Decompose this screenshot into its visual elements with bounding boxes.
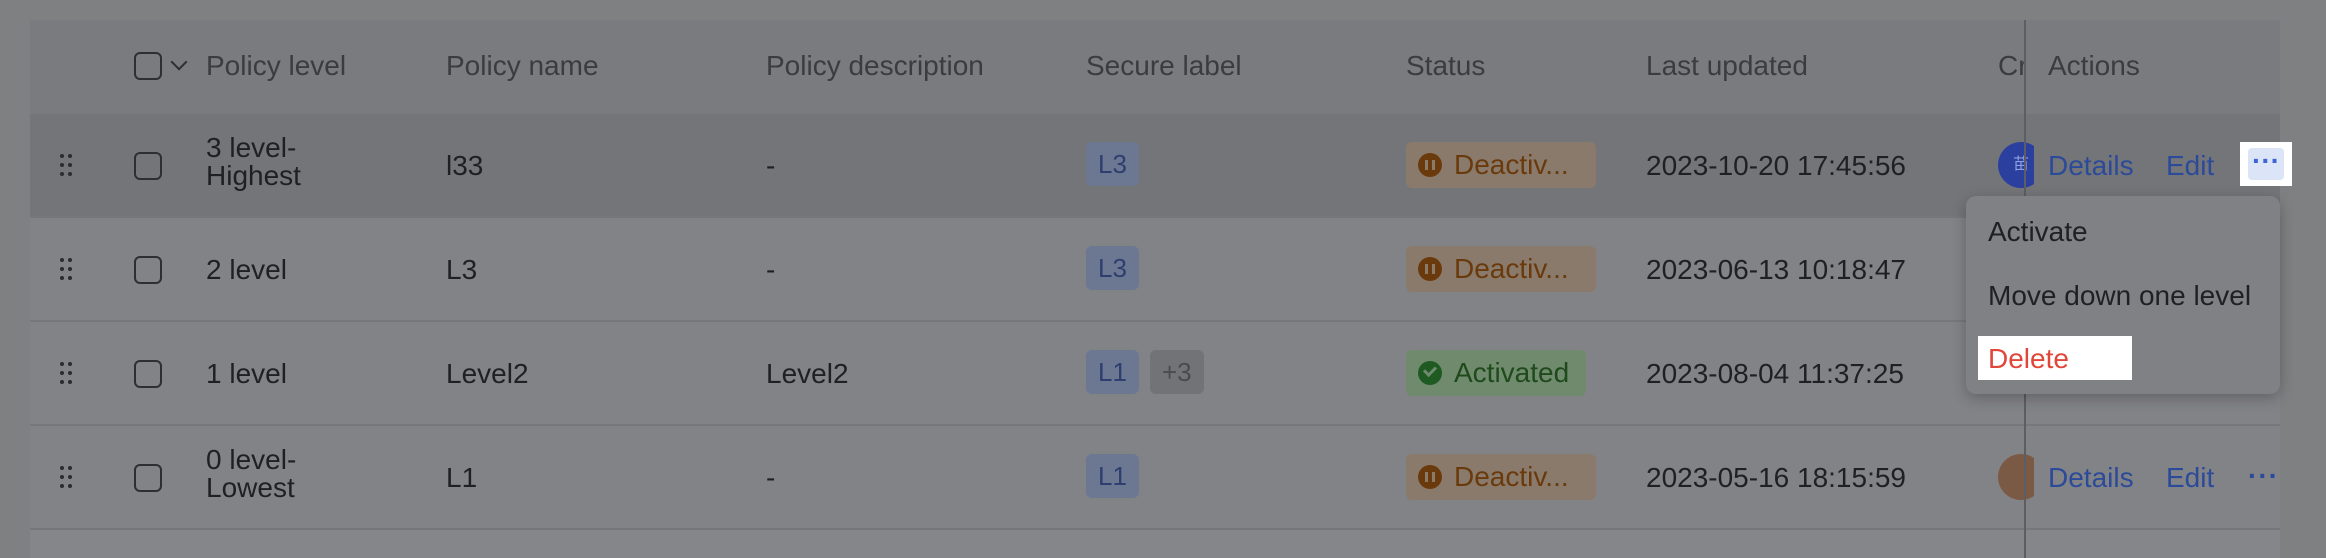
header-policy-name: Policy name — [446, 50, 599, 81]
more-labels-tag[interactable]: +3 — [1150, 350, 1204, 394]
row-checkbox[interactable] — [134, 464, 162, 492]
drag-handle-icon[interactable] — [60, 362, 72, 384]
policy-name: L1 — [446, 462, 478, 493]
pause-icon — [1418, 465, 1442, 489]
table-row[interactable]: 3 level- Highest l33 - L3 Deactiv... 202… — [30, 114, 2280, 218]
status-badge: Deactiv... — [1406, 142, 1596, 188]
policy-level-line2: Highest — [206, 160, 301, 191]
avatar-initial: 苗 — [1998, 142, 2034, 188]
secure-label-tag: L3 — [1086, 246, 1139, 290]
menu-item-delete-label: Delete — [1988, 343, 2069, 374]
policy-description: - — [766, 254, 776, 285]
menu-item-activate[interactable]: Activate — [1988, 216, 2088, 248]
policy-description: - — [766, 150, 776, 181]
policy-level: 1 level — [206, 358, 287, 389]
row-actions-menu: Activate Move down one level Delete — [1966, 196, 2280, 394]
table-row[interactable]: 1 level Level2 Level2 L1 +3 Activated 20… — [30, 322, 2280, 426]
last-updated: 2023-08-04 11:37:25 — [1646, 358, 1904, 389]
pause-icon — [1418, 153, 1442, 177]
last-updated: 2023-10-20 17:45:56 — [1646, 150, 1906, 181]
status-badge: Activated — [1406, 350, 1586, 396]
secure-label-tag: L1 — [1086, 454, 1139, 498]
policy-level-line1: 0 level- — [206, 444, 297, 475]
header-status: Status — [1406, 50, 1486, 81]
drag-handle-icon[interactable] — [60, 154, 72, 176]
pause-icon — [1418, 257, 1442, 281]
edit-link[interactable]: Edit — [2166, 462, 2214, 494]
select-all-checkbox[interactable] — [134, 52, 162, 80]
menu-item-delete[interactable]: Delete — [1978, 336, 2132, 380]
table-row[interactable]: 2 level L3 - L3 Deactiv... 2023-06-13 10… — [30, 218, 2280, 322]
details-link[interactable]: Details — [2048, 150, 2134, 182]
avatar — [1998, 454, 2034, 500]
avatar: 苗 — [1998, 142, 2034, 188]
header-policy-description: Policy description — [766, 50, 984, 81]
drag-handle-icon[interactable] — [60, 466, 72, 488]
header-secure-label: Secure label — [1086, 50, 1242, 81]
secure-label-tag: L1 — [1086, 350, 1139, 394]
drag-handle-icon[interactable] — [60, 258, 72, 280]
policy-level: 2 level — [206, 254, 287, 285]
policy-level: 0 level- Lowest — [206, 446, 296, 502]
more-actions-icon[interactable]: ··· — [2248, 147, 2284, 180]
last-updated: 2023-05-16 18:15:59 — [1646, 462, 1906, 493]
policy-description: Level2 — [766, 358, 849, 389]
secure-label-tag: L3 — [1086, 142, 1139, 186]
policy-name: L3 — [446, 254, 478, 285]
check-circle-icon — [1418, 361, 1442, 385]
row-checkbox[interactable] — [134, 360, 162, 388]
policy-level-line2: Lowest — [206, 472, 295, 503]
policy-table: Policy level Policy name Policy descript… — [30, 20, 2280, 558]
table-row[interactable]: 0 level- Lowest L1 - L1 Deactiv... 2023-… — [30, 426, 2280, 530]
policy-level-line1: 3 level- — [206, 132, 297, 163]
menu-item-move-down[interactable]: Move down one level — [1988, 280, 2251, 312]
header-actions: Actions — [2048, 50, 2140, 81]
row-checkbox[interactable] — [134, 256, 162, 284]
status-text: Deactiv... — [1454, 149, 1569, 180]
more-actions-button-active[interactable]: ··· — [2240, 142, 2292, 186]
policy-description: - — [766, 462, 776, 493]
status-text: Deactiv... — [1454, 461, 1569, 492]
status-text: Activated — [1454, 357, 1570, 388]
edit-link[interactable]: Edit — [2166, 150, 2214, 182]
more-actions-icon[interactable]: ··· — [2248, 460, 2279, 492]
header-policy-level: Policy level — [206, 50, 347, 81]
status-text: Deactiv... — [1454, 253, 1569, 284]
status-badge: Deactiv... — [1406, 246, 1596, 292]
details-link[interactable]: Details — [2048, 462, 2134, 494]
header-last-updated: Last updated — [1646, 50, 1808, 81]
header-creator: Cr — [1998, 50, 2024, 81]
screen-overlay: Policy level Policy name Policy descript… — [0, 0, 2326, 558]
policy-level: 3 level- Highest — [206, 134, 301, 190]
chevron-down-icon[interactable] — [170, 53, 188, 71]
policy-name: l33 — [446, 150, 484, 181]
status-badge: Deactiv... — [1406, 454, 1596, 500]
policy-name: Level2 — [446, 358, 529, 389]
row-checkbox[interactable] — [134, 152, 162, 180]
table-header: Policy level Policy name Policy descript… — [30, 20, 2280, 114]
last-updated: 2023-06-13 10:18:47 — [1646, 254, 1906, 285]
